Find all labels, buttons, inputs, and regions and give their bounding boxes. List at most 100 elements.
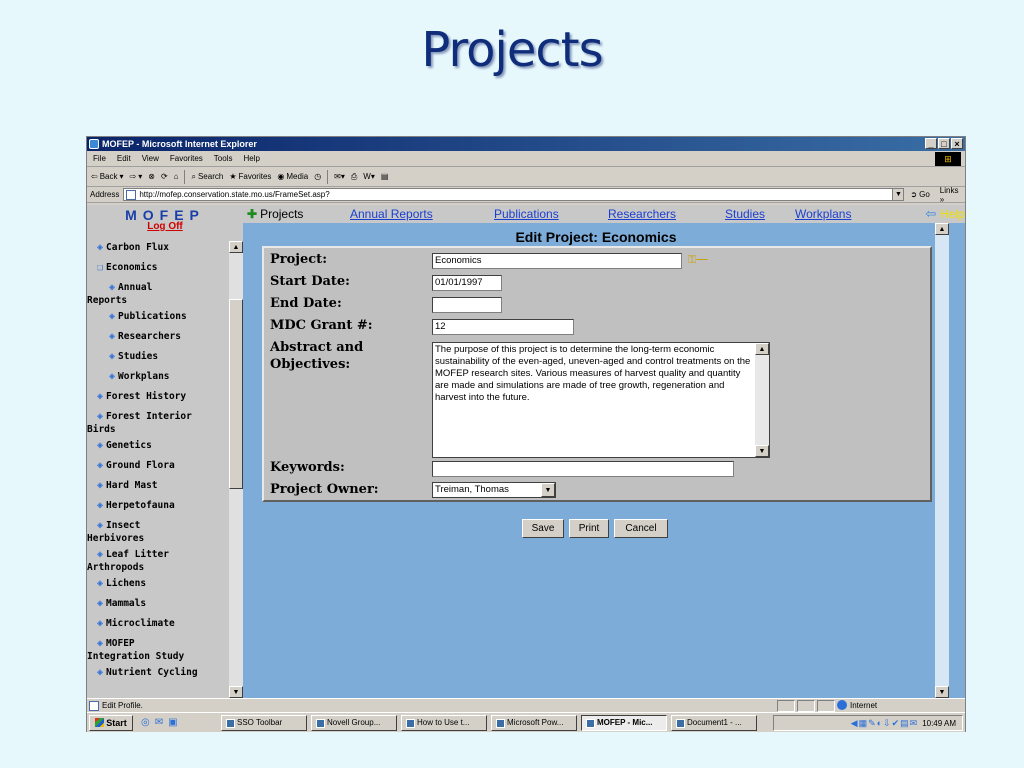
scroll-up-icon[interactable]: ▲	[935, 223, 949, 235]
task-document1[interactable]: Document1 - ...	[671, 715, 757, 731]
menu-view[interactable]: View	[142, 154, 159, 163]
task-mofep-ie[interactable]: MOFEP - Mic...	[581, 715, 667, 731]
stop-icon[interactable]: ⊗	[148, 172, 155, 181]
nav-studies[interactable]: Studies	[725, 207, 765, 221]
abstract-textarea[interactable]: The purpose of this project is to determ…	[432, 342, 770, 458]
edit-word-icon[interactable]: W▾	[363, 172, 375, 181]
main-scrollbar[interactable]: ▲ ▼	[935, 223, 949, 698]
end-date-field[interactable]	[432, 297, 502, 313]
forward-button[interactable]: ⇨ ▾	[130, 172, 143, 181]
media-button[interactable]: ◉ Media	[277, 172, 308, 181]
close-button[interactable]: ×	[951, 138, 963, 149]
address-input[interactable]: http://mofep.conservation.state.mo.us/Fr…	[123, 188, 905, 201]
sidebar-item[interactable]: ◈ Mammals	[97, 597, 146, 610]
menu-help[interactable]: Help	[243, 154, 259, 163]
go-button[interactable]: ➲ Go	[910, 190, 929, 199]
sidebar-item-label: Microclimate	[106, 618, 175, 629]
menu-edit[interactable]: Edit	[117, 154, 131, 163]
sidebar-item[interactable]: ❏ Economics	[97, 261, 158, 274]
maximize-button[interactable]: □	[938, 138, 950, 149]
scroll-down-icon[interactable]: ▼	[755, 445, 769, 457]
task-sso-toolbar[interactable]: SSO Toolbar	[221, 715, 307, 731]
refresh-icon[interactable]: ⟳	[161, 172, 168, 181]
sidebar-item[interactable]: ◈ Genetics	[97, 439, 152, 452]
tray-icons[interactable]: ◀▦✎◐⇩✔▤✉	[851, 718, 919, 729]
sidebar-item[interactable]: ◈ Microclimate	[97, 617, 175, 630]
page-icon	[89, 700, 99, 711]
logoff-link[interactable]: Log Off	[87, 221, 243, 232]
status-bar: Edit Profile. Internet	[87, 698, 965, 712]
sidebar-item-label: Nutrient Cycling	[106, 667, 198, 678]
sidebar-item-label: Economics	[106, 262, 158, 273]
sidebar-item[interactable]: ◈ Annual Reports	[87, 281, 152, 307]
sidebar-item[interactable]: ◈ Researchers	[109, 330, 181, 343]
sidebar-item[interactable]: ◈ MOFEP Integration Study	[87, 637, 184, 663]
outlook-quicklaunch-icon[interactable]: ✉	[155, 717, 163, 728]
toolbar-separator	[184, 169, 186, 184]
sidebar-item[interactable]: ◈ Leaf Litter Arthropods	[87, 548, 169, 574]
sidebar-item[interactable]: ◈ Workplans	[109, 370, 170, 383]
menu-favorites[interactable]: Favorites	[170, 154, 203, 163]
scroll-up-icon[interactable]: ▲	[229, 241, 243, 253]
chevron-down-icon[interactable]: ▼	[541, 483, 555, 497]
book-icon: ◈	[97, 618, 104, 629]
sidebar-item[interactable]: ◈ Forest History	[97, 390, 186, 403]
key-icon[interactable]: ⚿━	[688, 254, 707, 267]
sidebar-item[interactable]: ◈ Studies	[109, 350, 158, 363]
nav-publications[interactable]: Publications	[494, 207, 559, 221]
minimize-button[interactable]: _	[925, 138, 937, 149]
sidebar-item[interactable]: ◈ Forest Interior Birds	[87, 410, 192, 436]
sidebar-item[interactable]: ◈ Lichens	[97, 577, 146, 590]
start-date-field[interactable]: 01/01/1997	[432, 275, 502, 291]
print-icon[interactable]: ⎙	[351, 172, 357, 182]
history-icon[interactable]: ◷	[314, 172, 321, 181]
keywords-field[interactable]	[432, 461, 734, 477]
links-button[interactable]: Links »	[940, 186, 965, 204]
forward-arrow-icon: ⇨	[129, 172, 137, 181]
help-link[interactable]: ⇦ Help	[925, 206, 965, 222]
scroll-up-icon[interactable]: ▲	[755, 343, 769, 355]
window-titlebar[interactable]: MOFEP - Microsoft Internet Explorer _ □ …	[87, 137, 965, 151]
save-button[interactable]: Save	[522, 519, 564, 538]
desktop-quicklaunch-icon[interactable]: ▣	[168, 717, 177, 728]
print-button[interactable]: Print	[569, 519, 609, 538]
scroll-down-icon[interactable]: ▼	[935, 686, 949, 698]
menu-tools[interactable]: Tools	[214, 154, 233, 163]
sidebar-item[interactable]: ◈ Carbon Flux	[97, 241, 169, 254]
back-button[interactable]: ⇦ Back ▾	[91, 172, 124, 181]
task-how-to-use[interactable]: How to Use t...	[401, 715, 487, 731]
page-content: MOFEP Log Off ◈ Carbon Flux ❏ Economics ◈ Ann…	[87, 205, 965, 698]
project-field[interactable]: Economics	[432, 253, 682, 269]
nav-workplans[interactable]: Workplans	[795, 207, 851, 221]
grant-field[interactable]: 12	[432, 319, 574, 335]
home-icon[interactable]: ⌂	[174, 172, 179, 181]
menu-file[interactable]: File	[93, 154, 106, 163]
sidebar-item[interactable]: ◈ Herpetofauna	[97, 499, 175, 512]
search-button[interactable]: ⌕ Search	[191, 172, 223, 182]
task-microsoft-powerpoint[interactable]: Microsoft Pow...	[491, 715, 577, 731]
favorites-button[interactable]: ★ Favorites	[229, 172, 271, 181]
mail-icon[interactable]: ✉▾	[334, 172, 345, 181]
search-icon: ⌕	[191, 171, 196, 181]
start-button[interactable]: Start	[89, 714, 133, 731]
chevron-down-icon[interactable]: ▼	[892, 189, 904, 200]
owner-select[interactable]: Treiman, Thomas ▼	[432, 482, 556, 498]
sidebar-scrollbar[interactable]: ▲ ▼	[229, 241, 243, 698]
scroll-down-icon[interactable]: ▼	[229, 686, 243, 698]
sidebar-item[interactable]: ◈ Ground Flora	[97, 459, 175, 472]
nav-annual-reports[interactable]: Annual Reports	[350, 207, 433, 221]
scrollbar-thumb[interactable]	[229, 299, 243, 489]
task-novell-group[interactable]: Novell Group...	[311, 715, 397, 731]
sidebar-item[interactable]: ◈ Publications	[109, 310, 187, 323]
textarea-scrollbar[interactable]: ▲ ▼	[755, 343, 769, 457]
book-icon: ◈	[97, 638, 104, 649]
discuss-icon[interactable]: ▤	[381, 172, 389, 181]
sidebar-item[interactable]: ◈ Insect Herbivores	[87, 519, 144, 545]
ie-quicklaunch-icon[interactable]: ◎	[141, 717, 150, 728]
nav-researchers[interactable]: Researchers	[608, 207, 676, 221]
go-label: Go	[919, 190, 930, 199]
sidebar-item[interactable]: ◈ Hard Mast	[97, 479, 158, 492]
sidebar-item[interactable]: ◈ Nutrient Cycling	[97, 666, 198, 679]
sidebar-item-label: Lichens	[106, 578, 147, 589]
cancel-button[interactable]: Cancel	[614, 519, 668, 538]
